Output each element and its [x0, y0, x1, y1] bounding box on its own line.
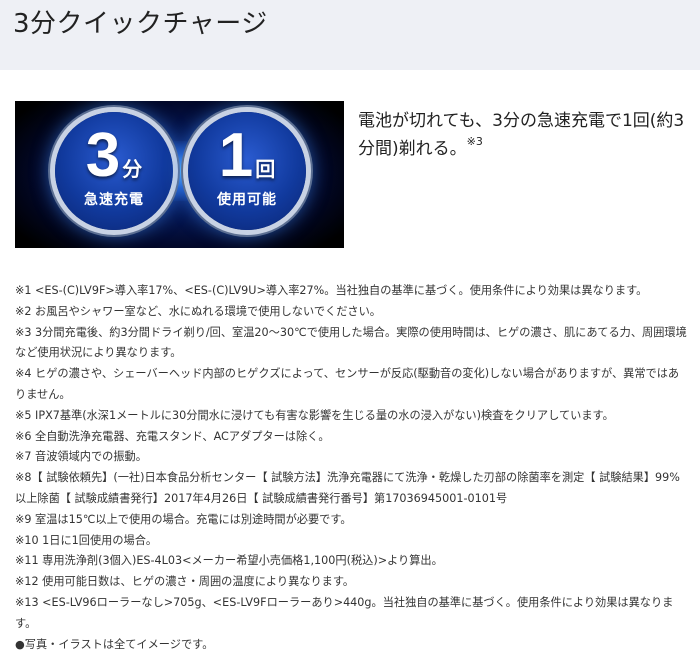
- footnote-6: ※6 全自動洗浄充電器、充電スタンド、ACアダプターは除く。: [15, 429, 330, 443]
- page-title: 3分クイックチャージ: [13, 9, 268, 39]
- footnote-8: ※8【 試験依頼先】(一社)日本食品分析センター【 試験方法】洗浄充電器にて洗浄…: [15, 471, 680, 505]
- footnote-9: ※9 室温は15℃以上で使用の場合。充電には別途時間が必要です。: [15, 512, 352, 526]
- usage-count-number: 1回: [188, 124, 306, 188]
- charge-time-value: 3: [85, 121, 121, 190]
- footnote-reference: ※3: [466, 135, 483, 148]
- footnote-2: ※2 お風呂やシャワー室など、水にぬれる環境で使用しないでください。: [15, 304, 381, 318]
- usage-count-value: 1: [218, 121, 254, 190]
- header-band: 3分クイックチャージ: [0, 0, 700, 70]
- charge-time-unit: 分: [122, 159, 143, 181]
- quick-charge-image: 3分 急速充電 1回 使用可能: [15, 101, 344, 248]
- charge-time-caption: 急速充電: [84, 192, 144, 208]
- usage-count-badge: 1回 使用可能: [188, 112, 306, 230]
- footnote-7: ※7 音波領域内での振動。: [15, 450, 147, 464]
- usage-count-unit: 回: [255, 159, 276, 181]
- footnote-10: ※10 1日に1回使用の場合。: [15, 533, 158, 547]
- footnote-5: ※5 IPX7基準(水深1メートルに30分間水に浸けても有害な影響を生じる量の水…: [15, 408, 614, 422]
- footnote-1: ※1 <ES-(C)LV9F>導入率17%、<ES-(C)LV9U>導入率27%…: [15, 284, 648, 297]
- footnotes: ※1 <ES-(C)LV9F>導入率17%、<ES-(C)LV9U>導入率27%…: [15, 281, 687, 655]
- feature-description-text: 電池が切れても、3分の急速充電で1回(約3分間)剃れる。: [358, 111, 685, 159]
- footnote-4: ※4 ヒゲの濃さや、シェーバーヘッド内部のヒゲクズによって、センサーが反応(駆動…: [15, 367, 680, 401]
- footnote-3: ※3 3分間充電後、約3分間ドライ剃り/回、室温20～30℃で使用した場合。実際…: [15, 325, 687, 360]
- footnote-13: ※13 <ES-LV96ローラーなし>705g、<ES-LV9Fローラーあり>4…: [15, 595, 674, 630]
- usage-count-caption: 使用可能: [217, 192, 277, 208]
- charge-time-badge: 3分 急速充電: [55, 112, 173, 230]
- footnote-11: ※11 専用洗浄剤(3個入)ES-4L03<メーカー希望小売価格1,100円(税…: [15, 554, 443, 568]
- feature-description: 電池が切れても、3分の急速充電で1回(約3分間)剃れる。※3: [358, 107, 693, 163]
- footnote-12: ※12 使用可能日数は、ヒゲの濃さ・周囲の温度により異なります。: [15, 575, 355, 589]
- charge-time-number: 3分: [55, 124, 173, 188]
